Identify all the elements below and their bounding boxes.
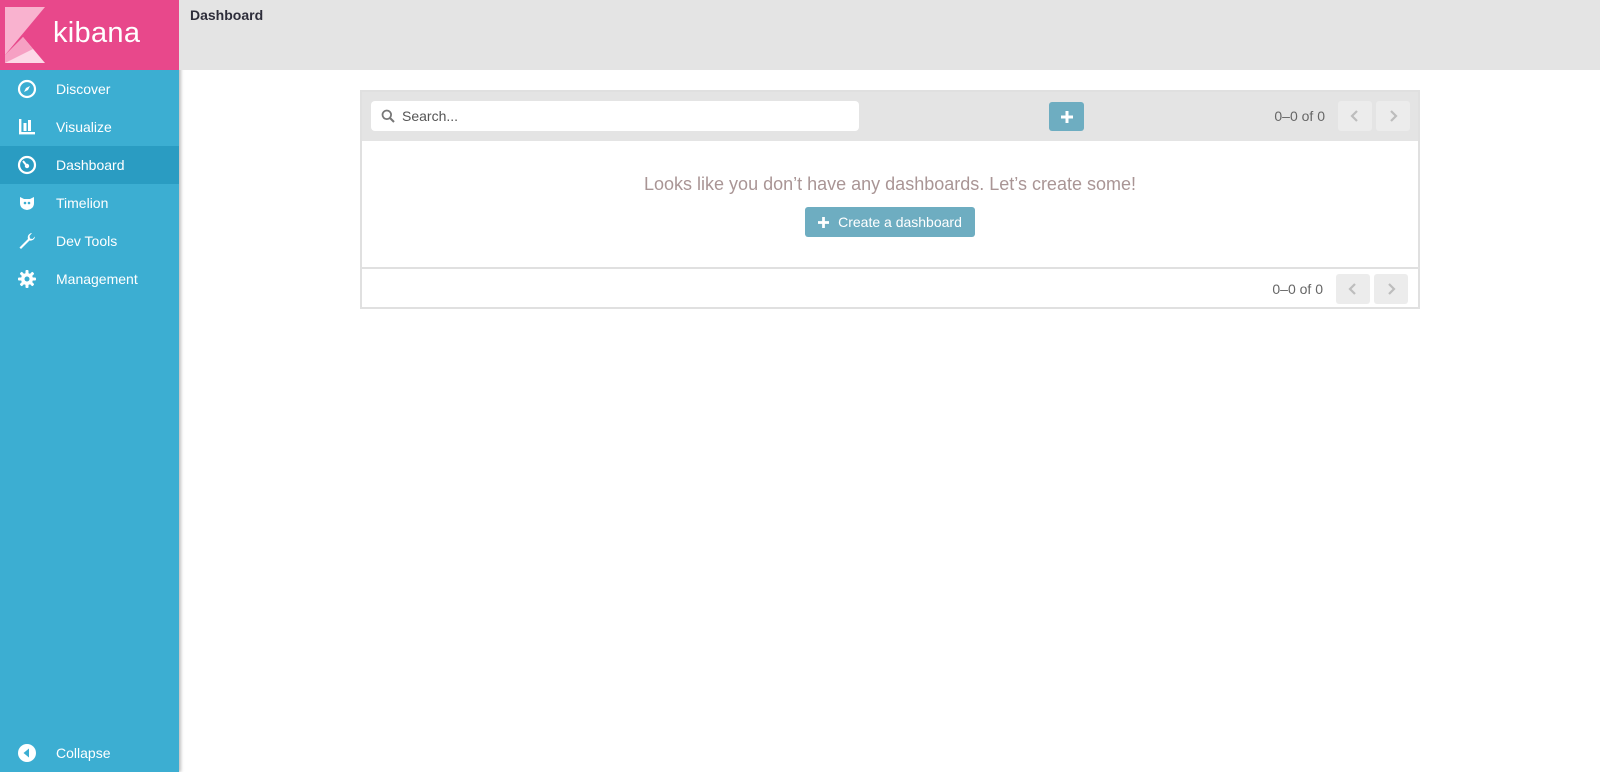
previous-page-button[interactable] bbox=[1336, 274, 1370, 304]
listing-toolbar: 0–0 of 0 bbox=[362, 92, 1418, 141]
chevron-left-icon bbox=[1348, 283, 1356, 295]
sidebar-item-management[interactable]: Management bbox=[0, 260, 179, 298]
gear-icon bbox=[17, 269, 37, 289]
dashboard-listing-panel: 0–0 of 0 Looks like you don’t have any d… bbox=[360, 90, 1420, 309]
wrench-icon bbox=[17, 231, 37, 251]
sidebar-item-discover[interactable]: Discover bbox=[0, 70, 179, 108]
collapse-left-icon bbox=[17, 743, 37, 763]
bar-chart-icon bbox=[17, 117, 37, 137]
collapse-sidebar[interactable]: Collapse bbox=[0, 734, 179, 772]
dashboard-gauge-icon bbox=[17, 155, 37, 175]
create-dashboard-label: Create a dashboard bbox=[838, 214, 962, 230]
sidebar-item-label: Visualize bbox=[56, 119, 112, 135]
pagination-count: 0–0 of 0 bbox=[1274, 108, 1325, 124]
collapse-label: Collapse bbox=[56, 745, 111, 761]
next-page-button[interactable] bbox=[1376, 101, 1410, 131]
search-box[interactable] bbox=[371, 101, 859, 131]
sidebar-item-label: Dashboard bbox=[56, 157, 125, 173]
sidebar: kibana Discover Visualize Dashboard Time… bbox=[0, 0, 179, 772]
sidebar-item-dashboard[interactable]: Dashboard bbox=[0, 146, 179, 184]
add-dashboard-button[interactable] bbox=[1049, 102, 1084, 131]
search-input[interactable] bbox=[402, 108, 842, 124]
sidebar-item-label: Discover bbox=[56, 81, 111, 97]
chevron-left-icon bbox=[1350, 110, 1358, 122]
previous-page-button[interactable] bbox=[1338, 101, 1372, 131]
compass-icon bbox=[17, 79, 37, 99]
top-pagination: 0–0 of 0 bbox=[1274, 101, 1410, 131]
sidebar-nav: Discover Visualize Dashboard Timelion De… bbox=[0, 70, 179, 298]
pagination-count: 0–0 of 0 bbox=[1272, 281, 1323, 297]
sidebar-item-label: Dev Tools bbox=[56, 233, 118, 249]
plus-icon bbox=[818, 216, 830, 228]
next-page-button[interactable] bbox=[1374, 274, 1408, 304]
plus-icon bbox=[1060, 110, 1073, 123]
search-icon bbox=[381, 109, 395, 123]
kibana-logo-icon bbox=[5, 7, 45, 63]
sidebar-item-visualize[interactable]: Visualize bbox=[0, 108, 179, 146]
sidebar-item-label: Timelion bbox=[56, 195, 109, 211]
empty-state: Looks like you don’t have any dashboards… bbox=[362, 141, 1418, 269]
empty-state-message: Looks like you don’t have any dashboards… bbox=[644, 174, 1136, 194]
kibana-logo[interactable]: kibana bbox=[0, 0, 179, 70]
sidebar-item-dev-tools[interactable]: Dev Tools bbox=[0, 222, 179, 260]
chevron-right-icon bbox=[1388, 283, 1396, 295]
bottom-pagination: 0–0 of 0 bbox=[1272, 274, 1408, 304]
brand-name: kibana bbox=[53, 16, 141, 49]
top-bar: Dashboard bbox=[179, 0, 1600, 70]
create-dashboard-button[interactable]: Create a dashboard bbox=[805, 207, 975, 237]
page-title: Dashboard bbox=[190, 7, 264, 23]
sidebar-item-timelion[interactable]: Timelion bbox=[0, 184, 179, 222]
collapse-button[interactable]: Collapse bbox=[0, 734, 179, 772]
kibana-app: kibana Discover Visualize Dashboard Time… bbox=[0, 0, 1600, 772]
chevron-right-icon bbox=[1390, 110, 1398, 122]
timelion-icon bbox=[17, 193, 37, 213]
sidebar-item-label: Management bbox=[56, 271, 138, 287]
